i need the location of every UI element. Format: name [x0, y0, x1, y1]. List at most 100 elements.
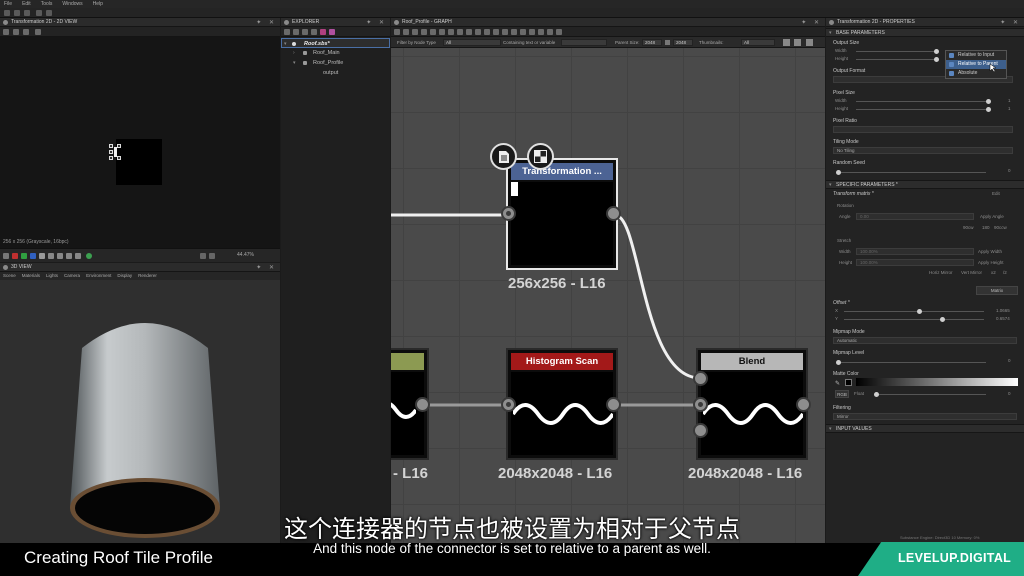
section-input-values[interactable]: INPUT VALUES: [826, 424, 1024, 433]
pixel-height-value[interactable]: 1: [1008, 106, 1011, 111]
output-pin[interactable]: [415, 397, 430, 412]
input-pin[interactable]: [501, 206, 516, 221]
menu-scene[interactable]: Scene: [3, 272, 16, 280]
histogram-icon[interactable]: [57, 253, 63, 259]
menu-materials[interactable]: Materials: [22, 272, 40, 280]
add-graph-icon[interactable]: [311, 29, 317, 35]
matte-value-slider[interactable]: [874, 392, 986, 397]
matte-color-swatch[interactable]: [845, 379, 852, 386]
transform-gizmo[interactable]: [109, 144, 123, 160]
save-icon[interactable]: [24, 10, 30, 16]
save-package-icon[interactable]: [302, 29, 308, 35]
scale-half-button[interactable]: /2: [1003, 270, 1007, 275]
offset-y-slider[interactable]: [844, 317, 984, 322]
menu-edit[interactable]: Edit: [22, 1, 31, 7]
channels-icon[interactable]: [35, 29, 41, 35]
zoom-level[interactable]: 44.47%: [237, 252, 254, 258]
opacity-input-pin[interactable]: [693, 423, 708, 438]
menu-help[interactable]: Help: [93, 1, 103, 7]
option-relative-to-parent[interactable]: Relative to Parent: [946, 60, 1006, 69]
redo-icon[interactable]: [46, 10, 52, 16]
alpha-channel-icon[interactable]: [39, 253, 45, 259]
stretch-height-input[interactable]: 100.00%: [856, 259, 974, 266]
mipmap-mode-select[interactable]: Automatic: [833, 337, 1017, 344]
grid-icon[interactable]: [75, 253, 81, 259]
menu-renderer[interactable]: Renderer: [138, 272, 157, 280]
matte-color-gradient[interactable]: [856, 378, 1018, 386]
menu-lights[interactable]: Lights: [46, 272, 58, 280]
offset-x-value[interactable]: 1.0665: [996, 308, 1010, 313]
output-width-slider[interactable]: [856, 49, 939, 54]
thumbnail-mode-icon[interactable]: [527, 143, 554, 170]
offset-y-value[interactable]: 0.6574: [996, 316, 1010, 321]
matrix-button[interactable]: Matrix: [976, 286, 1018, 295]
channel-icon[interactable]: [3, 253, 9, 259]
stretch-width-input[interactable]: 100.00%: [856, 248, 974, 255]
output-height-slider[interactable]: [856, 57, 939, 62]
green-channel-icon[interactable]: [21, 253, 27, 259]
blue-channel-icon[interactable]: [30, 253, 36, 259]
angle-input[interactable]: 0.00: [856, 213, 974, 220]
section-base-parameters[interactable]: BASE PARAMETERS: [826, 28, 1024, 37]
rotate-180-button[interactable]: 180: [982, 225, 990, 230]
edit-matrix-button[interactable]: Edit: [992, 191, 1000, 196]
menu-file[interactable]: File: [4, 1, 12, 7]
output-pin[interactable]: [606, 397, 621, 412]
tiling-mode-select[interactable]: No Tiling: [833, 147, 1013, 154]
tree-item-roof-main[interactable]: › Roof_Main: [281, 48, 390, 58]
tree-item-package[interactable]: ▾ Roof.sbs*: [281, 38, 390, 48]
open-package-icon[interactable]: [293, 29, 299, 35]
chevron-down-icon[interactable]: ▾: [293, 58, 296, 68]
foreground-input-pin[interactable]: [693, 371, 708, 386]
settings-icon[interactable]: [329, 29, 335, 35]
menu-environment[interactable]: Environment: [86, 272, 111, 280]
pixel-ratio-select[interactable]: [833, 126, 1013, 133]
background-input-pin[interactable]: [693, 397, 708, 412]
pixel-height-slider[interactable]: [856, 107, 991, 112]
option-absolute[interactable]: Absolute: [946, 69, 1006, 78]
matte-value[interactable]: 0: [1008, 391, 1011, 396]
rotate-90cw-button[interactable]: 90cw: [963, 225, 974, 230]
panel-controls-icon[interactable]: ✦ ✕: [1000, 19, 1021, 28]
tile-icon[interactable]: [48, 253, 54, 259]
open-icon[interactable]: [14, 10, 20, 16]
fit-icon[interactable]: [200, 253, 206, 259]
publish-icon[interactable]: [320, 29, 326, 35]
output-pin[interactable]: [606, 206, 621, 221]
export-icon[interactable]: [13, 29, 19, 35]
pixel-width-slider[interactable]: [856, 99, 991, 104]
mipmap-level-slider[interactable]: [836, 360, 986, 365]
apply-width-button[interactable]: Apply Width: [978, 249, 1002, 254]
info-icon[interactable]: [66, 253, 72, 259]
menu-tools[interactable]: Tools: [41, 1, 53, 7]
zoom-icon[interactable]: [209, 253, 215, 259]
random-seed-value[interactable]: 0: [1008, 168, 1011, 173]
node-histogram-scan[interactable]: Histogram Scan: [506, 348, 618, 460]
menu-camera[interactable]: Camera: [64, 272, 80, 280]
vert-mirror-button[interactable]: Vert Mirror: [961, 270, 982, 275]
menu-windows[interactable]: Windows: [62, 1, 82, 7]
new-icon[interactable]: [4, 10, 10, 16]
red-channel-icon[interactable]: [12, 253, 18, 259]
option-relative-to-input[interactable]: Relative to Input: [946, 51, 1006, 60]
menu-display[interactable]: Display: [117, 272, 132, 280]
horiz-mirror-button[interactable]: Horiz Mirror: [929, 270, 953, 275]
section-specific-parameters[interactable]: SPECIFIC PARAMETERS *: [826, 180, 1024, 189]
apply-height-button[interactable]: Apply Height: [978, 260, 1004, 265]
save-image-icon[interactable]: [23, 29, 29, 35]
random-seed-slider[interactable]: [836, 170, 986, 175]
chevron-right-icon[interactable]: ›: [293, 48, 295, 58]
offset-x-slider[interactable]: [844, 309, 984, 314]
rotate-90ccw-button[interactable]: 90ccw: [994, 225, 1007, 230]
input-pin[interactable]: [501, 397, 516, 412]
node-blend[interactable]: Blend: [696, 348, 808, 460]
pixel-width-value[interactable]: 1: [1008, 98, 1011, 103]
eyedropper-icon[interactable]: ✎: [835, 380, 840, 387]
tree-item-output[interactable]: output: [281, 68, 390, 78]
filtering-select[interactable]: Mirror: [833, 413, 1017, 420]
scale-x2-button[interactable]: x2: [991, 270, 996, 275]
mipmap-level-value[interactable]: 0: [1008, 358, 1011, 363]
node-transformation-2d[interactable]: Transformation ...: [506, 158, 618, 270]
output-pin[interactable]: [796, 397, 811, 412]
document-icon[interactable]: [490, 143, 517, 170]
